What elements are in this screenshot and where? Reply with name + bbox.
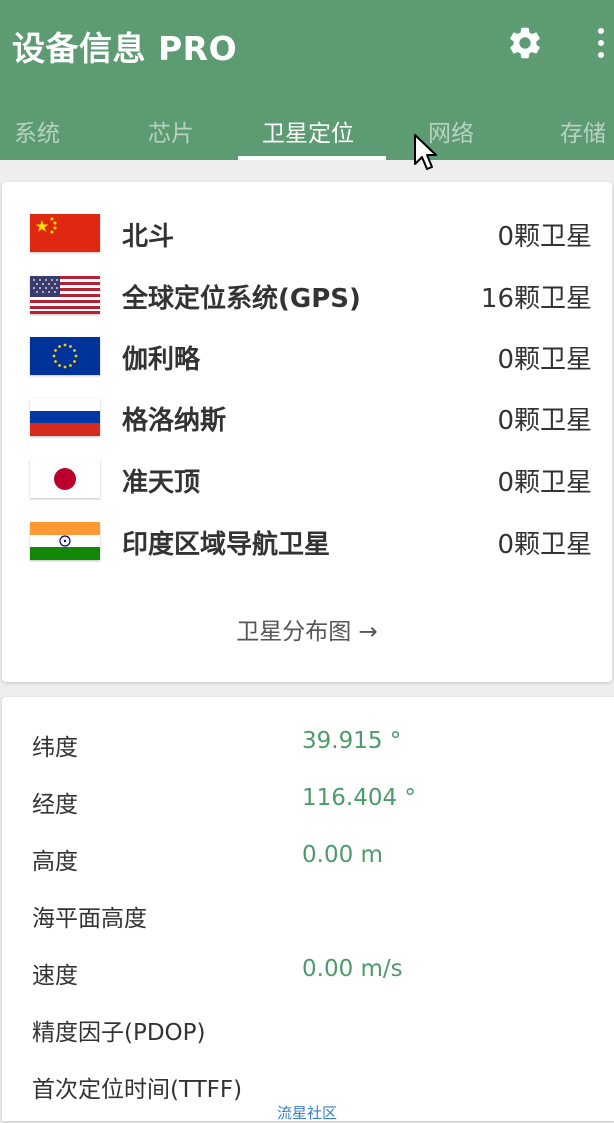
tab-satellite[interactable]: 卫星定位	[262, 114, 354, 148]
tab-system[interactable]: 系统	[14, 114, 60, 148]
india-flag-icon	[30, 522, 100, 560]
watermark: 流星社区	[276, 1104, 337, 1122]
info-row-altitude: 高度 0.00 m	[2, 842, 614, 882]
info-row-longitude: 经度 116.404 °	[2, 785, 614, 825]
satellite-system-name: 印度区域导航卫星	[122, 530, 331, 560]
satellite-row-galileo: 伽利略 0颗卫星	[2, 333, 612, 377]
satellite-sky-map-link[interactable]: 卫星分布图 →	[2, 612, 612, 646]
app-title: 设备信息 PRO	[12, 29, 238, 68]
info-label: 纬度	[32, 735, 78, 761]
info-value: 0.00 m/s	[302, 956, 403, 982]
china-flag-icon	[30, 214, 100, 252]
satellite-row-beidou: 北斗 0颗卫星	[2, 210, 612, 254]
info-value: 0.00 m	[302, 842, 383, 868]
tab-storage[interactable]: 存储	[560, 114, 606, 148]
more-options-button[interactable]	[588, 22, 614, 64]
satellite-row-glonass: 格洛纳斯 0颗卫星	[2, 394, 612, 438]
info-row-latitude: 纬度 39.915 °	[2, 728, 614, 768]
satellite-count: 16颗卫星	[480, 284, 592, 314]
location-info-card: 纬度 39.915 ° 经度 116.404 ° 高度 0.00 m 海平面高度…	[2, 697, 614, 1121]
satellite-row-gps: 全球定位系统(GPS) 16颗卫星	[2, 272, 612, 316]
more-vertical-icon	[598, 28, 604, 34]
satellite-row-qzss: 准天顶 0颗卫星	[2, 456, 612, 500]
satellite-system-name: 格洛纳斯	[122, 406, 227, 436]
app-bar: 设备信息 PRO 系统 芯片 卫星定位 网络 存储	[0, 0, 614, 160]
satellite-systems-card: 北斗 0颗卫星 全球定位系统(GPS) 16颗卫星 伽利略 0颗卫星 格洛纳斯 …	[2, 182, 612, 682]
tab-indicator	[238, 156, 386, 160]
satellite-count: 0颗卫星	[497, 345, 592, 375]
tab-bar: 系统 芯片 卫星定位 网络 存储	[0, 104, 614, 160]
japan-flag-icon	[30, 460, 100, 498]
satellite-count: 0颗卫星	[497, 530, 592, 560]
satellite-row-irnss: 印度区域导航卫星 0颗卫星	[2, 518, 612, 562]
info-label: 海平面高度	[32, 906, 147, 932]
info-row-sea-level-altitude: 海平面高度	[2, 899, 614, 939]
satellite-count: 0颗卫星	[497, 222, 592, 252]
info-label: 经度	[32, 792, 78, 818]
info-row-pdop: 精度因子(PDOP)	[2, 1013, 614, 1053]
info-label: 高度	[32, 849, 78, 875]
mouse-cursor-icon	[414, 134, 437, 170]
info-label: 精度因子(PDOP)	[32, 1020, 206, 1046]
satellite-count: 0颗卫星	[497, 468, 592, 498]
info-label: 首次定位时间(TTFF)	[32, 1077, 243, 1103]
more-dot	[598, 52, 604, 58]
satellite-system-name: 全球定位系统(GPS)	[122, 284, 361, 314]
info-value: 39.915 °	[302, 728, 402, 754]
usa-flag-icon	[30, 276, 100, 314]
eu-flag-icon	[30, 337, 100, 375]
satellite-system-name: 准天顶	[122, 468, 201, 498]
info-value: 116.404 °	[302, 785, 416, 811]
info-label: 速度	[32, 963, 78, 989]
tab-chip[interactable]: 芯片	[148, 114, 194, 148]
gear-icon	[510, 27, 540, 59]
satellite-system-name: 北斗	[122, 222, 175, 252]
info-row-speed: 速度 0.00 m/s	[2, 956, 614, 996]
settings-button[interactable]	[504, 22, 546, 64]
satellite-system-name: 伽利略	[122, 345, 201, 375]
more-dot	[598, 40, 604, 46]
russia-flag-icon	[30, 398, 100, 436]
satellite-count: 0颗卫星	[497, 406, 592, 436]
